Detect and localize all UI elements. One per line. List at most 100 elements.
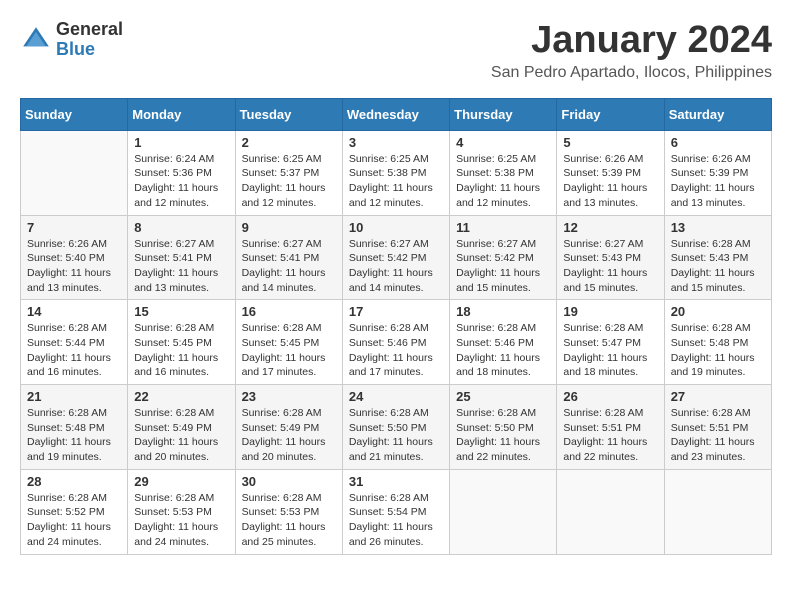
calendar-cell: 13 Sunrise: 6:28 AM Sunset: 5:43 PM Dayli… bbox=[664, 215, 771, 300]
day-info: Sunrise: 6:28 AM Sunset: 5:44 PM Dayligh… bbox=[27, 321, 121, 380]
calendar-cell: 27 Sunrise: 6:28 AM Sunset: 5:51 PM Dayli… bbox=[664, 385, 771, 470]
day-info: Sunrise: 6:28 AM Sunset: 5:50 PM Dayligh… bbox=[349, 406, 443, 465]
calendar-cell bbox=[664, 469, 771, 554]
day-header-friday: Friday bbox=[557, 98, 664, 130]
day-number: 6 bbox=[671, 135, 765, 150]
day-info: Sunrise: 6:28 AM Sunset: 5:46 PM Dayligh… bbox=[456, 321, 550, 380]
header: General Blue January 2024 San Pedro Apar… bbox=[20, 20, 772, 82]
week-row-2: 7 Sunrise: 6:26 AM Sunset: 5:40 PM Daylig… bbox=[21, 215, 772, 300]
day-number: 30 bbox=[242, 474, 336, 489]
week-row-1: 1 Sunrise: 6:24 AM Sunset: 5:36 PM Daylig… bbox=[21, 130, 772, 215]
day-number: 21 bbox=[27, 389, 121, 404]
day-info: Sunrise: 6:25 AM Sunset: 5:38 PM Dayligh… bbox=[349, 152, 443, 211]
day-number: 24 bbox=[349, 389, 443, 404]
calendar-cell: 26 Sunrise: 6:28 AM Sunset: 5:51 PM Dayli… bbox=[557, 385, 664, 470]
calendar-cell: 25 Sunrise: 6:28 AM Sunset: 5:50 PM Dayli… bbox=[450, 385, 557, 470]
day-info: Sunrise: 6:26 AM Sunset: 5:39 PM Dayligh… bbox=[563, 152, 657, 211]
day-info: Sunrise: 6:28 AM Sunset: 5:45 PM Dayligh… bbox=[242, 321, 336, 380]
day-info: Sunrise: 6:28 AM Sunset: 5:53 PM Dayligh… bbox=[134, 491, 228, 550]
day-info: Sunrise: 6:27 AM Sunset: 5:42 PM Dayligh… bbox=[456, 237, 550, 296]
calendar-cell: 30 Sunrise: 6:28 AM Sunset: 5:53 PM Dayli… bbox=[235, 469, 342, 554]
calendar-cell: 10 Sunrise: 6:27 AM Sunset: 5:42 PM Dayli… bbox=[342, 215, 449, 300]
week-row-3: 14Sunrise: 6:28 AM Sunset: 5:44 PM Dayli… bbox=[21, 300, 772, 385]
days-header-row: SundayMondayTuesdayWednesdayThursdayFrid… bbox=[21, 98, 772, 130]
calendar-cell bbox=[21, 130, 128, 215]
calendar-table: SundayMondayTuesdayWednesdayThursdayFrid… bbox=[20, 98, 772, 555]
calendar-cell bbox=[450, 469, 557, 554]
calendar-cell: 28Sunrise: 6:28 AM Sunset: 5:52 PM Dayli… bbox=[21, 469, 128, 554]
day-info: Sunrise: 6:28 AM Sunset: 5:54 PM Dayligh… bbox=[349, 491, 443, 550]
day-number: 27 bbox=[671, 389, 765, 404]
day-header-thursday: Thursday bbox=[450, 98, 557, 130]
calendar-subtitle: San Pedro Apartado, Ilocos, Philippines bbox=[491, 64, 772, 82]
day-number: 20 bbox=[671, 304, 765, 319]
day-info: Sunrise: 6:28 AM Sunset: 5:48 PM Dayligh… bbox=[27, 406, 121, 465]
calendar-cell: 11 Sunrise: 6:27 AM Sunset: 5:42 PM Dayli… bbox=[450, 215, 557, 300]
day-header-sunday: Sunday bbox=[21, 98, 128, 130]
day-info: Sunrise: 6:28 AM Sunset: 5:53 PM Dayligh… bbox=[242, 491, 336, 550]
day-header-tuesday: Tuesday bbox=[235, 98, 342, 130]
logo-text: General Blue bbox=[56, 20, 123, 60]
day-number: 16 bbox=[242, 304, 336, 319]
day-number: 3 bbox=[349, 135, 443, 150]
day-number: 2 bbox=[242, 135, 336, 150]
day-info: Sunrise: 6:28 AM Sunset: 5:51 PM Dayligh… bbox=[563, 406, 657, 465]
week-row-4: 21 Sunrise: 6:28 AM Sunset: 5:48 PM Dayli… bbox=[21, 385, 772, 470]
calendar-cell: 29 Sunrise: 6:28 AM Sunset: 5:53 PM Dayli… bbox=[128, 469, 235, 554]
day-number: 29 bbox=[134, 474, 228, 489]
calendar-cell: 5 Sunrise: 6:26 AM Sunset: 5:39 PM Daylig… bbox=[557, 130, 664, 215]
day-number: 7 bbox=[27, 220, 121, 235]
day-info: Sunrise: 6:28 AM Sunset: 5:48 PM Dayligh… bbox=[671, 321, 765, 380]
calendar-cell: 18 Sunrise: 6:28 AM Sunset: 5:46 PM Dayli… bbox=[450, 300, 557, 385]
calendar-cell: 20 Sunrise: 6:28 AM Sunset: 5:48 PM Dayli… bbox=[664, 300, 771, 385]
day-number: 9 bbox=[242, 220, 336, 235]
calendar-cell: 1 Sunrise: 6:24 AM Sunset: 5:36 PM Daylig… bbox=[128, 130, 235, 215]
day-info: Sunrise: 6:26 AM Sunset: 5:40 PM Dayligh… bbox=[27, 237, 121, 296]
day-info: Sunrise: 6:28 AM Sunset: 5:52 PM Dayligh… bbox=[27, 491, 121, 550]
day-number: 25 bbox=[456, 389, 550, 404]
calendar-cell: 16 Sunrise: 6:28 AM Sunset: 5:45 PM Dayli… bbox=[235, 300, 342, 385]
calendar-cell: 6 Sunrise: 6:26 AM Sunset: 5:39 PM Daylig… bbox=[664, 130, 771, 215]
day-number: 12 bbox=[563, 220, 657, 235]
day-info: Sunrise: 6:24 AM Sunset: 5:36 PM Dayligh… bbox=[134, 152, 228, 211]
calendar-cell: 31 Sunrise: 6:28 AM Sunset: 5:54 PM Dayli… bbox=[342, 469, 449, 554]
logo-general-text: General bbox=[56, 20, 123, 40]
calendar-cell: 4 Sunrise: 6:25 AM Sunset: 5:38 PM Daylig… bbox=[450, 130, 557, 215]
day-number: 10 bbox=[349, 220, 443, 235]
day-number: 19 bbox=[563, 304, 657, 319]
day-info: Sunrise: 6:28 AM Sunset: 5:51 PM Dayligh… bbox=[671, 406, 765, 465]
day-number: 26 bbox=[563, 389, 657, 404]
day-info: Sunrise: 6:28 AM Sunset: 5:49 PM Dayligh… bbox=[134, 406, 228, 465]
day-number: 4 bbox=[456, 135, 550, 150]
day-number: 17 bbox=[349, 304, 443, 319]
day-number: 11 bbox=[456, 220, 550, 235]
day-number: 8 bbox=[134, 220, 228, 235]
day-info: Sunrise: 6:25 AM Sunset: 5:38 PM Dayligh… bbox=[456, 152, 550, 211]
day-info: Sunrise: 6:27 AM Sunset: 5:42 PM Dayligh… bbox=[349, 237, 443, 296]
calendar-cell: 7 Sunrise: 6:26 AM Sunset: 5:40 PM Daylig… bbox=[21, 215, 128, 300]
day-number: 5 bbox=[563, 135, 657, 150]
logo-icon bbox=[20, 24, 52, 56]
day-info: Sunrise: 6:27 AM Sunset: 5:41 PM Dayligh… bbox=[134, 237, 228, 296]
day-info: Sunrise: 6:26 AM Sunset: 5:39 PM Dayligh… bbox=[671, 152, 765, 211]
day-header-wednesday: Wednesday bbox=[342, 98, 449, 130]
day-number: 31 bbox=[349, 474, 443, 489]
day-header-saturday: Saturday bbox=[664, 98, 771, 130]
day-info: Sunrise: 6:28 AM Sunset: 5:49 PM Dayligh… bbox=[242, 406, 336, 465]
day-number: 18 bbox=[456, 304, 550, 319]
calendar-cell: 9Sunrise: 6:27 AM Sunset: 5:41 PM Daylig… bbox=[235, 215, 342, 300]
calendar-cell: 23Sunrise: 6:28 AM Sunset: 5:49 PM Dayli… bbox=[235, 385, 342, 470]
day-number: 15 bbox=[134, 304, 228, 319]
calendar-cell: 12Sunrise: 6:27 AM Sunset: 5:43 PM Dayli… bbox=[557, 215, 664, 300]
day-info: Sunrise: 6:28 AM Sunset: 5:45 PM Dayligh… bbox=[134, 321, 228, 380]
day-info: Sunrise: 6:28 AM Sunset: 5:43 PM Dayligh… bbox=[671, 237, 765, 296]
calendar-cell: 24 Sunrise: 6:28 AM Sunset: 5:50 PM Dayli… bbox=[342, 385, 449, 470]
calendar-cell: 2 Sunrise: 6:25 AM Sunset: 5:37 PM Daylig… bbox=[235, 130, 342, 215]
day-info: Sunrise: 6:25 AM Sunset: 5:37 PM Dayligh… bbox=[242, 152, 336, 211]
calendar-cell: 8 Sunrise: 6:27 AM Sunset: 5:41 PM Daylig… bbox=[128, 215, 235, 300]
day-info: Sunrise: 6:28 AM Sunset: 5:50 PM Dayligh… bbox=[456, 406, 550, 465]
day-number: 13 bbox=[671, 220, 765, 235]
calendar-cell: 14Sunrise: 6:28 AM Sunset: 5:44 PM Dayli… bbox=[21, 300, 128, 385]
day-number: 1 bbox=[134, 135, 228, 150]
week-row-5: 28Sunrise: 6:28 AM Sunset: 5:52 PM Dayli… bbox=[21, 469, 772, 554]
